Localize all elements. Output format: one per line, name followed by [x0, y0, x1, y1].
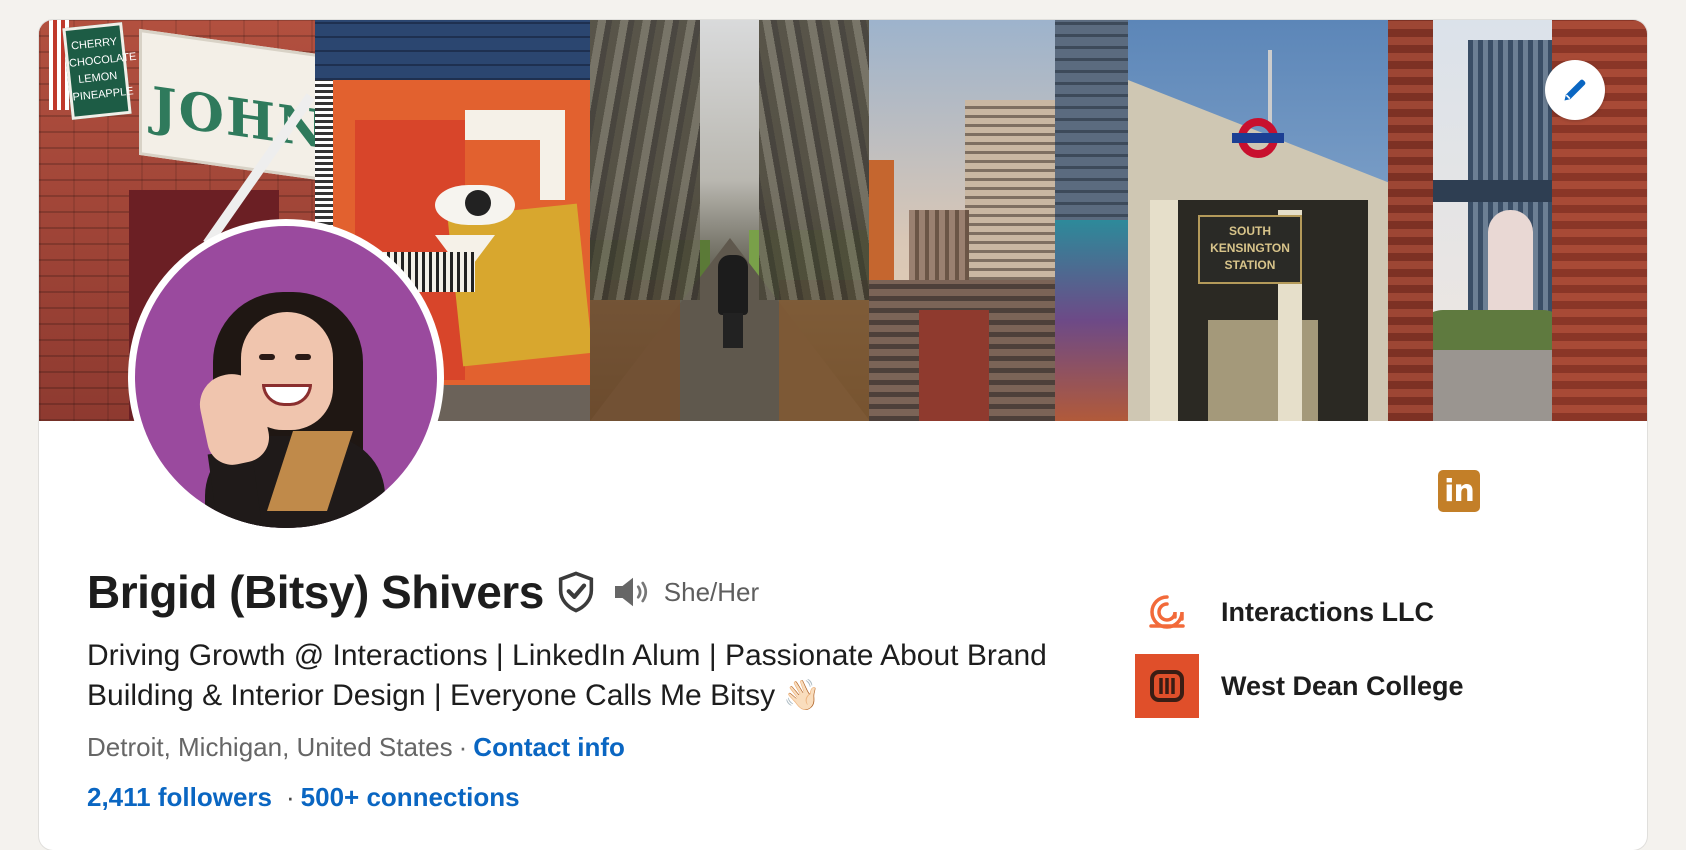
edit-banner-button[interactable] [1545, 60, 1605, 120]
company-interactions[interactable]: Interactions LLC [1135, 580, 1434, 644]
pencil-icon [1564, 79, 1586, 101]
profile-card: CHERRY CHOCOLATE LEMON PINEAPPLE JOHN'S [39, 20, 1647, 850]
location: Detroit, Michigan, United States [87, 732, 453, 762]
speaker-icon[interactable] [612, 574, 654, 610]
company-name: West Dean College [1221, 670, 1464, 701]
banner-photo-bridge [1388, 20, 1647, 421]
company-name: Interactions LLC [1221, 596, 1435, 627]
profile-headline: Driving Growth @ Interactions | LinkedIn… [87, 639, 1047, 712]
banner-photo-tree-road [590, 20, 869, 421]
shield-check-icon[interactable] [556, 571, 596, 613]
separator: · [285, 782, 295, 812]
interactions-logo [1135, 580, 1199, 644]
banner-photo-city-skyline [869, 20, 1128, 421]
avatar [135, 226, 437, 528]
connections-link[interactable]: 500+ connections [301, 782, 520, 812]
location-row: Detroit, Michigan, United States · Contact… [87, 732, 625, 763]
contact-info-link[interactable]: Contact info [473, 732, 625, 762]
pronouns: She/Her [663, 576, 760, 607]
profile-name: Brigid (Bitsy) Shivers [87, 566, 544, 618]
flavors-sign: CHERRY CHOCOLATE LEMON PINEAPPLE [62, 22, 137, 120]
station-sign: SOUTH KENSINGTON STATION [1198, 215, 1302, 284]
west-dean-college-logo [1135, 654, 1199, 718]
company-west-dean-college[interactable]: West Dean College [1135, 654, 1464, 718]
name-row: Brigid (Bitsy) Shivers She/Her [87, 560, 759, 624]
storefront-sign: JOHN'S [139, 28, 315, 182]
linkedin-badge[interactable]: in [1438, 470, 1480, 512]
profile-photo[interactable] [128, 219, 444, 535]
separator: · [458, 732, 468, 762]
banner-photo-tube-station: SOUTH KENSINGTON STATION [1128, 20, 1388, 421]
stats-row: 2,411 followers · 500+ connections [87, 782, 520, 813]
followers-link[interactable]: 2,411 followers [87, 782, 272, 812]
